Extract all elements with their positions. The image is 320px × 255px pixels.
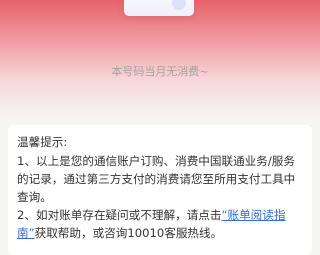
tip-item-2-text-before: 2、如对账单存在疑问或不理解，请点击 [17,208,222,222]
header-banner [0,0,320,118]
tips-title: 温馨提示: [17,135,68,149]
tip-item-2: 2、如对账单存在疑问或不理解，请点击“账单阅读指南”获取帮助，或咨询10010客… [17,206,301,242]
empty-state-message: 本号码当月无消费~ [111,65,209,78]
empty-bill-illustration [124,0,194,16]
tips-card: 温馨提示: 1、以上是您的通信账户订购、消费中国联通业务/服务的记录，通过第三方… [8,125,312,255]
tip-item-1: 1、以上是您的通信账户订购、消费中国联通业务/服务的记录，通过第三方支付的消费请… [17,154,296,204]
tip-item-2-text-after: 获取帮助，或咨询10010客服热线。 [34,226,223,240]
